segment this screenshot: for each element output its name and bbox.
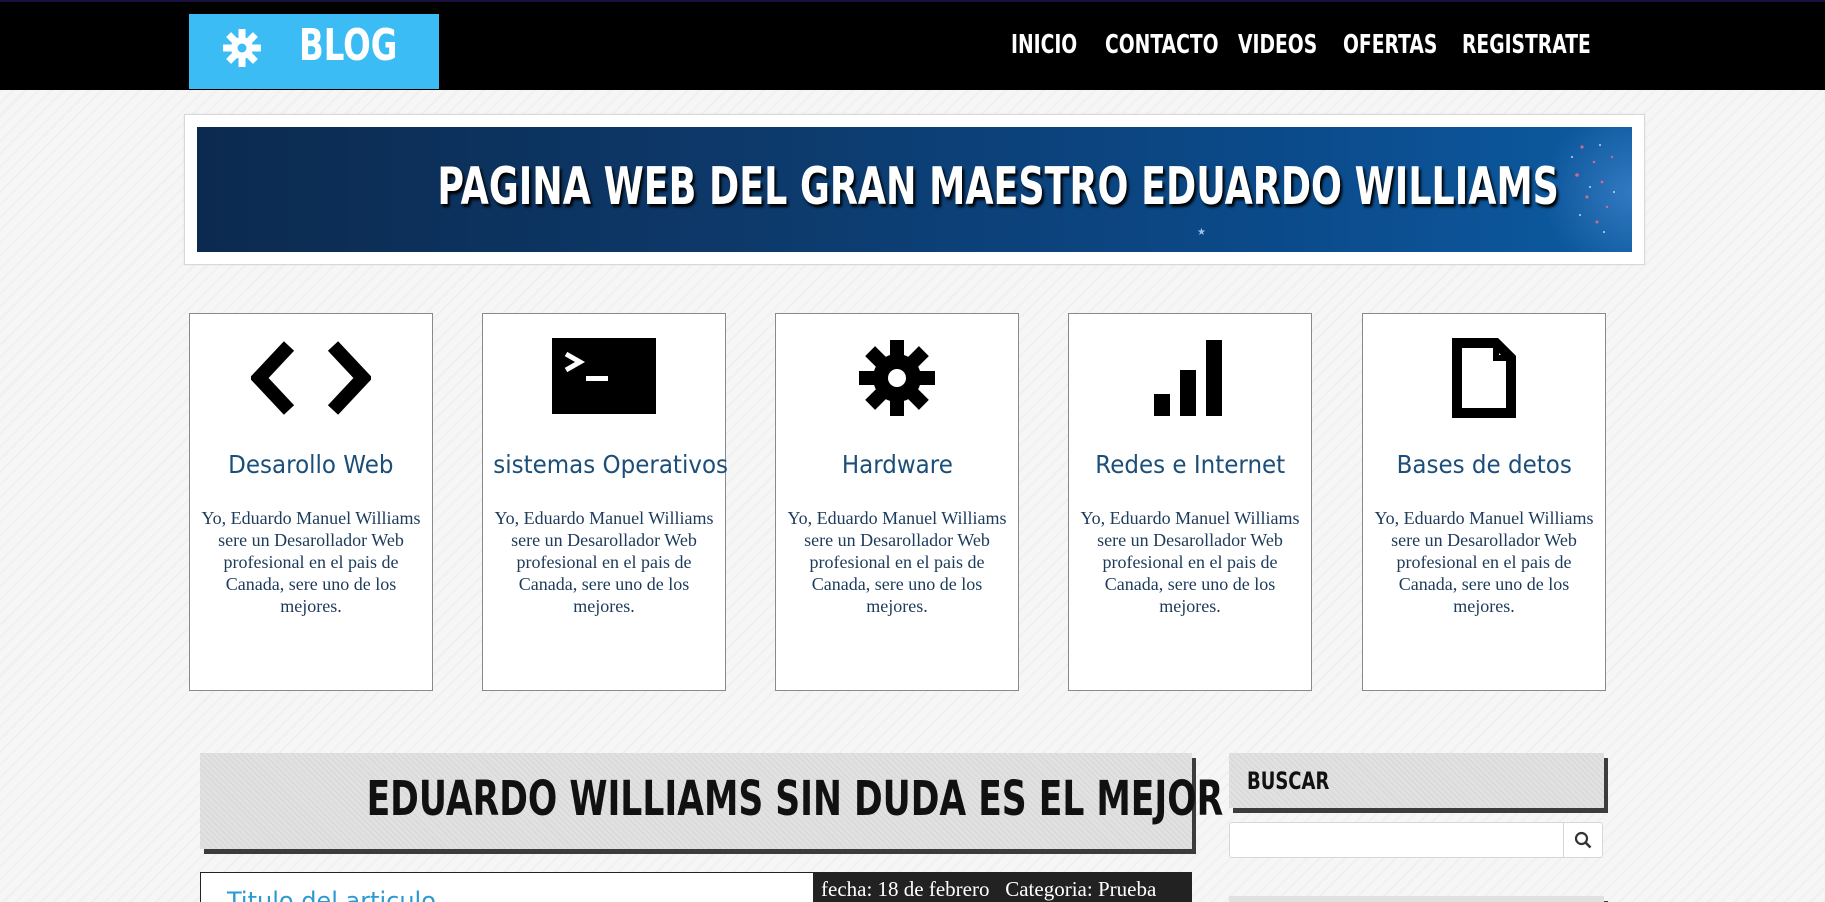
section-title: EDUARDO WILLIAMS SIN DUDA ES EL MEJOR <box>366 771 1224 827</box>
card-sistemas-operativos[interactable]: sistemas Operativos Yo, Eduardo Manuel W… <box>482 313 729 691</box>
gear-icon <box>223 29 261 67</box>
card-hardware[interactable]: Hardware Yo, Eduardo Manuel Williams ser… <box>775 313 1019 691</box>
card-bases-datos[interactable]: Bases de detos Yo, Eduardo Manuel Willia… <box>1362 313 1606 691</box>
card-title: Hardware <box>841 450 953 479</box>
article-category[interactable]: Categoria: Prueba <box>1005 877 1156 901</box>
article-meta: fecha: 18 de febrero Categoria: Prueba <box>813 873 1192 902</box>
card-title: Bases de detos <box>1396 450 1572 479</box>
nav-videos[interactable]: VIDEOS <box>1238 30 1317 60</box>
article-title[interactable]: Titulo del articulo <box>227 887 436 902</box>
article-date: fecha: 18 de febrero <box>821 877 990 901</box>
search-button[interactable] <box>1564 823 1602 857</box>
banner: ★ PAGINA WEB DEL GRAN MAESTRO EDUARDO WI… <box>197 127 1632 252</box>
terminal-icon <box>552 338 656 414</box>
card-title: Desarollo Web <box>228 450 394 479</box>
logo-text: BLOG <box>299 20 398 71</box>
card-desarollo-web[interactable]: Desarollo Web Yo, Eduardo Manuel William… <box>189 313 433 691</box>
card-title: Redes e Internet <box>1095 450 1285 479</box>
article-card: Titulo del articulo fecha: 18 de febrero… <box>200 872 1192 902</box>
nav-inicio[interactable]: INICIO <box>1011 30 1077 60</box>
file-icon <box>1452 338 1516 418</box>
banner-frame: ★ PAGINA WEB DEL GRAN MAESTRO EDUARDO WI… <box>184 114 1645 265</box>
card-text: Yo, Eduardo Manuel Williams sere un Desa… <box>494 508 714 616</box>
section-header: EDUARDO WILLIAMS SIN DUDA ES EL MEJOR <box>200 753 1224 849</box>
nav-ofertas[interactable]: OFERTAS <box>1343 30 1437 60</box>
card-text: Yo, Eduardo Manuel Williams sere un Desa… <box>1374 508 1594 616</box>
nav-contacto[interactable]: CONTACTO <box>1105 30 1219 60</box>
card-title: sistemas Operativos <box>493 450 729 479</box>
card-text: Yo, Eduardo Manuel Williams sere un Desa… <box>1080 508 1300 616</box>
card-text: Yo, Eduardo Manuel Williams sere un Desa… <box>787 508 1007 616</box>
code-icon <box>251 341 371 415</box>
signal-bars-icon <box>1154 340 1222 416</box>
search-title: BUSCAR <box>1247 767 1330 795</box>
card-text: Yo, Eduardo Manuel Williams sere un Desa… <box>201 508 421 616</box>
star-icon: ★ <box>1197 227 1206 238</box>
search-box <box>1229 822 1603 858</box>
blog-logo[interactable]: BLOG <box>189 14 439 89</box>
nav-registrate[interactable]: REGISTRATE <box>1462 30 1591 60</box>
card-redes-internet[interactable]: Redes e Internet Yo, Eduardo Manuel Will… <box>1068 313 1312 691</box>
sidebar-widget-header <box>1229 896 1604 902</box>
search-icon <box>1574 831 1592 849</box>
gear-icon <box>859 340 935 416</box>
top-navbar: BLOG INICIO CONTACTO VIDEOS OFERTAS REGI… <box>0 0 1825 90</box>
banner-title: PAGINA WEB DEL GRAN MAESTRO EDUARDO WILL… <box>437 157 1559 217</box>
search-widget-header: BUSCAR <box>1229 753 1604 808</box>
search-input[interactable] <box>1230 823 1564 857</box>
